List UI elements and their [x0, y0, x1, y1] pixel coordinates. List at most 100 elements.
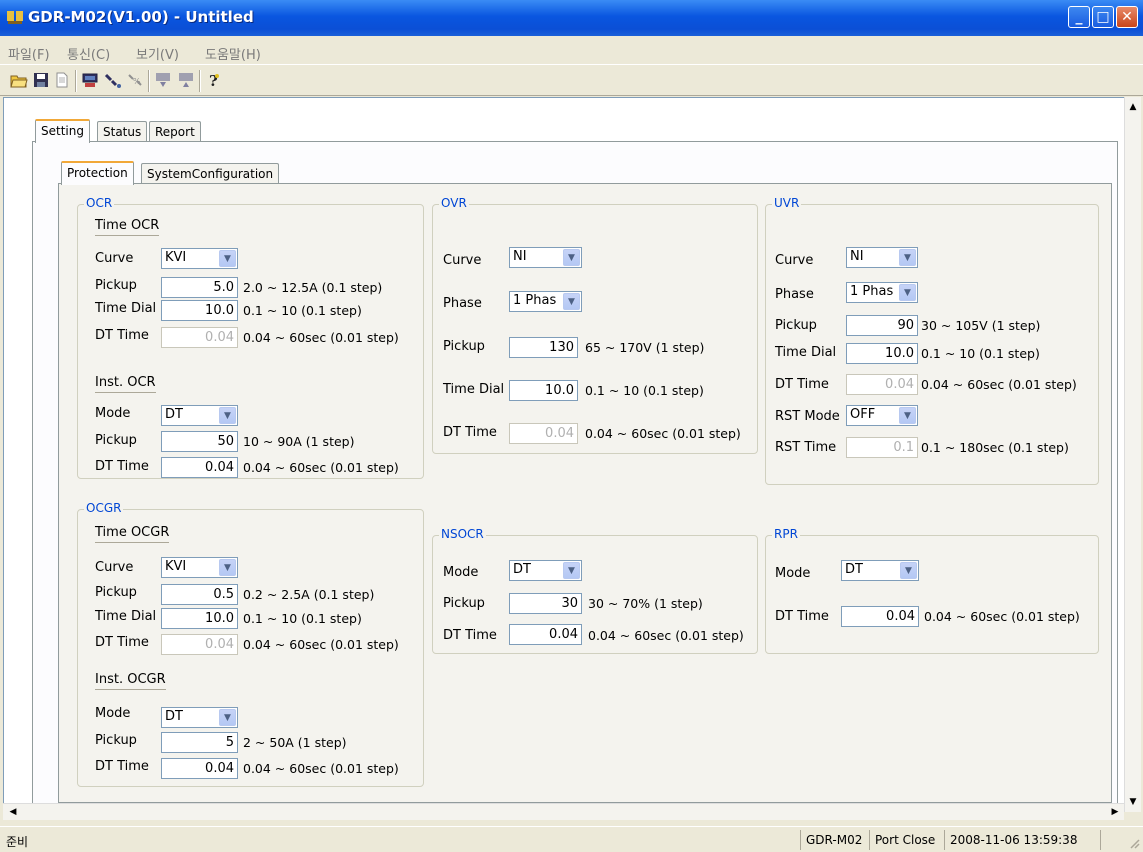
document-icon[interactable] [53, 71, 71, 89]
nsocr-mode-select[interactable]: DT ▼ [509, 560, 582, 581]
ovr-curve-select[interactable]: NI ▼ [509, 247, 582, 268]
ocgr-dt-time-range: 0.04 ~ 60sec (0.01 step) [243, 637, 399, 652]
ocr-curve-select[interactable]: KVI ▼ [161, 248, 238, 269]
uvr-rst-time-input[interactable] [846, 437, 918, 458]
tab-protection[interactable]: Protection [61, 161, 134, 185]
open-icon[interactable] [10, 71, 28, 89]
rpr-dt-time-input[interactable] [841, 606, 919, 627]
toolbar-separator [148, 70, 150, 92]
status-device: GDR-M02 [806, 833, 863, 847]
link-icon[interactable] [104, 71, 122, 89]
ocgr-group-label: OCGR [84, 501, 124, 515]
uvr-phase-value: 1 Phas [850, 284, 894, 299]
menu-help[interactable]: 도움말(H) [205, 44, 261, 63]
ocr-pickup-input[interactable] [161, 277, 238, 298]
chevron-down-icon[interactable]: ▼ [900, 562, 917, 579]
status-port: Port Close [875, 833, 936, 847]
uvr-pickup-input[interactable] [846, 315, 918, 336]
connect-icon[interactable] [81, 71, 99, 89]
download-icon[interactable] [154, 71, 172, 89]
tab-system-configuration[interactable]: SystemConfiguration [141, 163, 280, 185]
status-separator [869, 830, 870, 850]
chevron-down-icon[interactable]: ▼ [219, 407, 236, 424]
uvr-rst-time-label: RST Time [775, 440, 837, 455]
ocr-dt-time-input[interactable] [161, 327, 238, 348]
ovr-time-dial-range: 0.1 ~ 10 (0.1 step) [585, 383, 704, 398]
ocr-dt-time-label: DT Time [95, 328, 149, 343]
chevron-down-icon[interactable]: ▼ [563, 293, 580, 310]
status-datetime: 2008-11-06 13:59:38 [950, 833, 1078, 847]
vertical-scrollbar[interactable]: ▲ ▼ [1124, 97, 1141, 812]
ocgr-curve-select[interactable]: KVI ▼ [161, 557, 238, 578]
scroll-right-icon[interactable]: ▶ [1107, 804, 1123, 820]
ocgr-pickup-input[interactable] [161, 584, 238, 605]
title-bar[interactable]: GDR-M02(V1.00) - Untitled _ □ ✕ [0, 0, 1143, 36]
ocr-inst-dt-time-range: 0.04 ~ 60sec (0.01 step) [243, 460, 399, 475]
ocr-inst-pickup-label: Pickup [95, 433, 137, 448]
minimize-button[interactable]: _ [1068, 6, 1090, 28]
toolbar-separator [199, 70, 201, 92]
ovr-dt-time-label: DT Time [443, 425, 497, 440]
tab-status[interactable]: Status [97, 121, 148, 143]
status-separator [800, 830, 801, 850]
ocr-inst-dt-time-input[interactable] [161, 457, 238, 478]
maximize-button[interactable]: □ [1092, 6, 1114, 28]
help-icon[interactable]: ? [205, 71, 223, 89]
uvr-phase-select[interactable]: 1 Phas ▼ [846, 282, 918, 303]
ovr-pickup-input[interactable] [509, 337, 578, 358]
time-ocgr-label: Time OCGR [95, 525, 170, 543]
scroll-down-icon[interactable]: ▼ [1125, 794, 1141, 810]
uvr-time-dial-input[interactable] [846, 343, 918, 364]
ocr-pickup-range: 2.0 ~ 12.5A (0.1 step) [243, 280, 383, 295]
ovr-phase-select[interactable]: 1 Phas ▼ [509, 291, 582, 312]
chevron-down-icon[interactable]: ▼ [219, 709, 236, 726]
ocgr-dt-time-input[interactable] [161, 634, 238, 655]
chevron-down-icon[interactable]: ▼ [899, 407, 916, 424]
nsocr-pickup-input[interactable] [509, 593, 582, 614]
ocgr-mode-select[interactable]: DT ▼ [161, 707, 238, 728]
ocgr-inst-pickup-input[interactable] [161, 732, 238, 753]
uvr-curve-select[interactable]: NI ▼ [846, 247, 918, 268]
uvr-rst-mode-select[interactable]: OFF ▼ [846, 405, 918, 426]
tab-report[interactable]: Report [149, 121, 201, 143]
chevron-down-icon[interactable]: ▼ [899, 249, 916, 266]
maximize-icon: □ [1096, 9, 1110, 25]
uvr-dt-time-input[interactable] [846, 374, 918, 395]
ovr-dt-time-input[interactable] [509, 423, 578, 444]
chevron-down-icon[interactable]: ▼ [563, 562, 580, 579]
ocr-mode-select[interactable]: DT ▼ [161, 405, 238, 426]
unlink-icon[interactable]: % [127, 71, 145, 89]
resize-grip-icon[interactable] [1128, 837, 1140, 849]
menu-comm[interactable]: 통신(C) [67, 44, 110, 63]
nsocr-dt-time-input[interactable] [509, 624, 582, 645]
scroll-up-icon[interactable]: ▲ [1125, 99, 1141, 115]
ovr-pickup-label: Pickup [443, 339, 485, 354]
ocr-inst-pickup-input[interactable] [161, 431, 238, 452]
tab-setting[interactable]: Setting [35, 119, 90, 143]
ocgr-time-dial-input[interactable] [161, 608, 238, 629]
scroll-left-icon[interactable]: ◀ [5, 804, 21, 820]
time-ocr-label: Time OCR [95, 218, 160, 236]
chevron-down-icon[interactable]: ▼ [563, 249, 580, 266]
uvr-group: UVR Curve NI ▼ Phase 1 Phas ▼ Pickup 30 ~ … [765, 196, 1099, 485]
horizontal-scrollbar[interactable]: ◀ ▶ [3, 803, 1124, 820]
menu-file[interactable]: 파일(F) [8, 44, 50, 63]
ocgr-time-dial-range: 0.1 ~ 10 (0.1 step) [243, 611, 362, 626]
minimize-icon: _ [1075, 9, 1083, 25]
ocr-time-dial-input[interactable] [161, 300, 238, 321]
chevron-down-icon[interactable]: ▼ [219, 559, 236, 576]
uvr-time-dial-range: 0.1 ~ 10 (0.1 step) [921, 346, 1040, 361]
menu-view[interactable]: 보기(V) [136, 44, 179, 63]
inst-ocgr-label: Inst. OCGR [95, 672, 166, 690]
protection-panel: OCR Time OCR Curve KVI ▼ Pickup 2.0 ~ 12.… [58, 183, 1112, 803]
ocgr-inst-dt-time-input[interactable] [161, 758, 238, 779]
upload-icon[interactable] [177, 71, 195, 89]
rpr-mode-select[interactable]: DT ▼ [841, 560, 919, 581]
app-icon [7, 11, 23, 24]
close-icon: ✕ [1121, 9, 1133, 25]
chevron-down-icon[interactable]: ▼ [219, 250, 236, 267]
chevron-down-icon[interactable]: ▼ [899, 284, 916, 301]
ovr-time-dial-input[interactable] [509, 380, 578, 401]
save-icon[interactable] [32, 71, 50, 89]
close-button[interactable]: ✕ [1116, 6, 1138, 28]
